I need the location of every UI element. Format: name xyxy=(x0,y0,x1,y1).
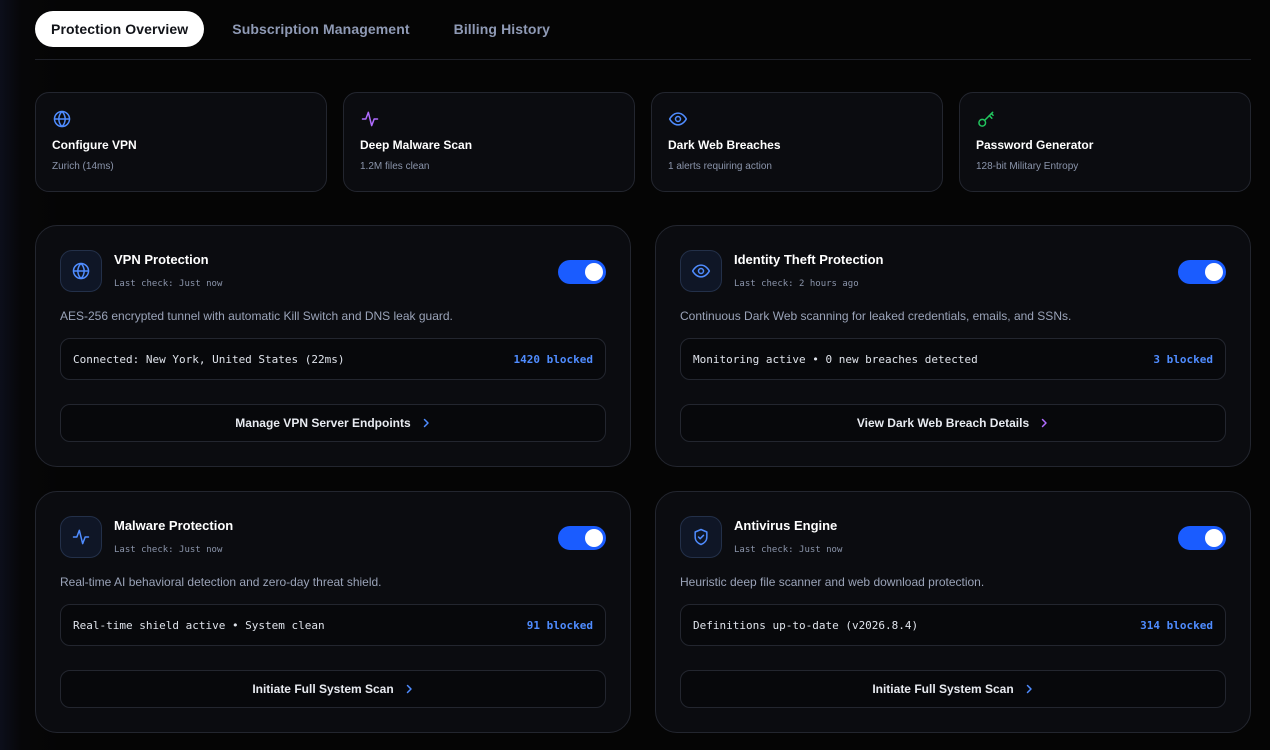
card-icon-box xyxy=(680,516,722,558)
action-label: Initiate Full System Scan xyxy=(252,682,394,696)
tab-divider xyxy=(35,59,1251,60)
chevron-right-icon xyxy=(1039,418,1049,428)
toggle-knob xyxy=(585,263,603,281)
last-check: Last check: 2 hours ago xyxy=(734,279,859,289)
card-title: Identity Theft Protection xyxy=(734,252,884,267)
card-vpn-protection: VPN Protection Last check: Just now AES-… xyxy=(35,225,631,467)
last-check: Last check: Just now xyxy=(734,545,843,555)
activity-icon xyxy=(72,529,90,545)
tab-bar: Protection Overview Subscription Managem… xyxy=(35,11,578,47)
action-label: View Dark Web Breach Details xyxy=(856,416,1030,430)
quick-action-configure-vpn[interactable]: Configure VPN Zurich (14ms) xyxy=(35,92,327,192)
tab-protection-overview[interactable]: Protection Overview xyxy=(35,11,205,47)
blocked-count: 91 blocked xyxy=(526,618,593,632)
status-panel: Definitions up-to-date (v2026.8.4) 314 b… xyxy=(680,604,1226,646)
card-identity-theft-protection: Identity Theft Protection Last check: 2 … xyxy=(655,225,1251,467)
status-panel: Real-time shield active • System clean 9… xyxy=(60,604,606,646)
tab-subscription-management[interactable]: Subscription Management xyxy=(216,11,425,47)
quick-action-subtitle: 1 alerts requiring action xyxy=(668,161,772,172)
status-panel: Connected: New York, United States (22ms… xyxy=(60,338,606,380)
blocked-count: 3 blocked xyxy=(1153,352,1213,366)
chevron-right-icon xyxy=(421,418,431,428)
toggle-knob xyxy=(1205,529,1223,547)
tab-billing-history[interactable]: Billing History xyxy=(438,11,566,47)
card-malware-protection: Malware Protection Last check: Just now … xyxy=(35,491,631,733)
quick-action-subtitle: Zurich (14ms) xyxy=(52,161,114,172)
quick-action-subtitle: 128-bit Military Entropy xyxy=(976,161,1079,172)
last-check: Last check: Just now xyxy=(114,279,223,289)
quick-action-title: Password Generator xyxy=(976,138,1094,152)
manage-vpn-endpoints-button[interactable]: Manage VPN Server Endpoints xyxy=(60,404,606,442)
malware-protection-toggle[interactable] xyxy=(558,526,606,550)
eye-icon xyxy=(691,264,711,278)
eye-icon xyxy=(668,112,688,126)
quick-action-title: Configure VPN xyxy=(52,138,137,152)
globe-icon xyxy=(72,262,90,280)
shield-check-icon xyxy=(694,528,708,546)
quick-action-title: Dark Web Breaches xyxy=(668,138,781,152)
toggle-knob xyxy=(1205,263,1223,281)
status-text: Definitions up-to-date (v2026.8.4) xyxy=(693,618,919,632)
globe-icon xyxy=(53,110,71,128)
card-title: VPN Protection xyxy=(114,252,209,267)
identity-protection-toggle[interactable] xyxy=(1178,260,1226,284)
blocked-count: 314 blocked xyxy=(1140,618,1213,632)
chevron-right-icon xyxy=(1024,684,1034,694)
card-title: Malware Protection xyxy=(114,518,234,533)
action-label: Manage VPN Server Endpoints xyxy=(235,416,411,430)
toggle-knob xyxy=(585,529,603,547)
view-breach-details-button[interactable]: View Dark Web Breach Details xyxy=(680,404,1226,442)
card-description: Continuous Dark Web scanning for leaked … xyxy=(680,309,1072,323)
status-text: Real-time shield active • System clean xyxy=(73,618,325,632)
chevron-right-icon xyxy=(404,684,414,694)
card-description: Real-time AI behavioral detection and ze… xyxy=(60,575,382,589)
protection-dashboard: Protection Overview Subscription Managem… xyxy=(0,0,1270,750)
card-icon-box xyxy=(680,250,722,292)
initiate-full-scan-button[interactable]: Initiate Full System Scan xyxy=(60,670,606,708)
action-label: Initiate Full System Scan xyxy=(872,682,1014,696)
quick-action-subtitle: 1.2M files clean xyxy=(360,161,430,172)
quick-action-dark-web-breaches[interactable]: Dark Web Breaches 1 alerts requiring act… xyxy=(651,92,943,192)
card-description: AES-256 encrypted tunnel with automatic … xyxy=(60,309,453,323)
activity-icon xyxy=(361,111,379,127)
key-icon xyxy=(978,111,994,127)
vpn-protection-toggle[interactable] xyxy=(558,260,606,284)
status-text: Monitoring active • 0 new breaches detec… xyxy=(693,352,978,366)
quick-action-title: Deep Malware Scan xyxy=(360,138,473,152)
initiate-full-scan-button[interactable]: Initiate Full System Scan xyxy=(680,670,1226,708)
card-antivirus-engine: Antivirus Engine Last check: Just now He… xyxy=(655,491,1251,733)
blocked-count: 1420 blocked xyxy=(513,352,593,366)
card-description: Heuristic deep file scanner and web down… xyxy=(680,575,985,589)
status-text: Connected: New York, United States (22ms… xyxy=(73,352,345,366)
card-title: Antivirus Engine xyxy=(734,518,838,533)
quick-action-password-generator[interactable]: Password Generator 128-bit Military Entr… xyxy=(959,92,1251,192)
card-icon-box xyxy=(60,250,102,292)
last-check: Last check: Just now xyxy=(114,545,223,555)
quick-action-deep-malware-scan[interactable]: Deep Malware Scan 1.2M files clean xyxy=(343,92,635,192)
card-icon-box xyxy=(60,516,102,558)
status-panel: Monitoring active • 0 new breaches detec… xyxy=(680,338,1226,380)
antivirus-engine-toggle[interactable] xyxy=(1178,526,1226,550)
